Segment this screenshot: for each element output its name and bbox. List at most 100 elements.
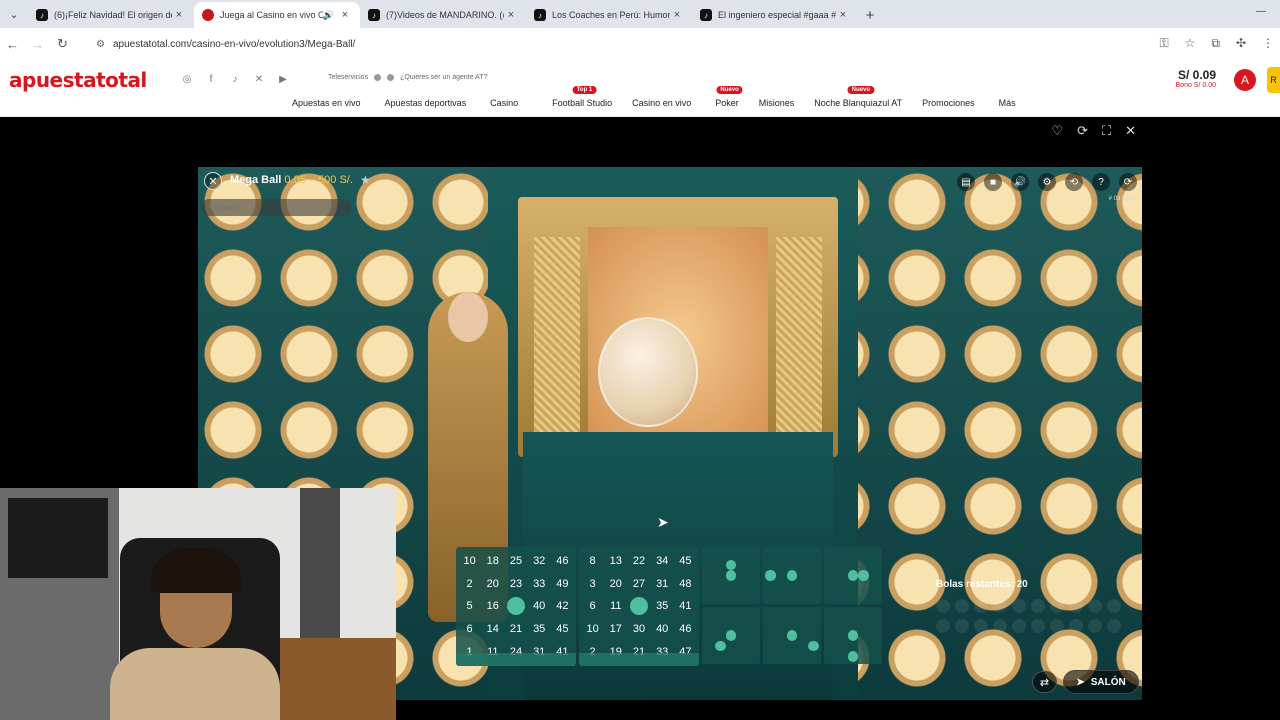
close-tab-icon[interactable]: × [172, 9, 186, 21]
close-tab-icon[interactable]: × [504, 9, 518, 21]
tiktok-icon: ♪ [36, 9, 48, 21]
balance[interactable]: S/ 0.09 Bono S/ 0.00 [1176, 68, 1216, 89]
x-twitter-icon[interactable]: ✕ [252, 72, 266, 86]
mini-card[interactable] [824, 547, 882, 604]
tab-2[interactable]: Juega al Casino en vivo Onl 🔊 × [194, 2, 360, 28]
site-logo[interactable]: apuestatotal [9, 68, 147, 92]
mini-card[interactable] [763, 607, 821, 664]
nav-promociones[interactable]: Promociones [922, 98, 975, 108]
minimize-window-icon[interactable]: — [1256, 6, 1266, 17]
mini-card-cell [869, 581, 880, 592]
close-tab-icon[interactable]: × [836, 9, 850, 21]
card-footer [456, 653, 576, 666]
bookmark-star-icon[interactable]: ☆ [1185, 36, 1196, 51]
mini-card-cell [726, 591, 737, 602]
card-number: 45 [679, 555, 692, 568]
ball-slot [936, 599, 950, 613]
teleservicios-label[interactable]: Teleservicios [328, 74, 368, 81]
nav-poker[interactable]: Nuevo Poker [715, 86, 743, 108]
chat-icon[interactable]: ▤ [957, 173, 975, 191]
card-number: 48 [679, 577, 692, 590]
mini-card[interactable] [702, 547, 760, 604]
nav-misiones[interactable]: Misiones [759, 98, 795, 108]
close-game-icon[interactable]: ✕ [204, 172, 222, 190]
mini-card-cell [797, 591, 808, 602]
whatsapp-icon[interactable] [387, 74, 395, 81]
streamer-hair [150, 548, 242, 593]
reload-icon[interactable]: ↻ [50, 36, 75, 52]
menu-icon[interactable]: ⋮ [1262, 36, 1274, 51]
mini-card-cell [837, 560, 848, 571]
remaining-balls: Bolas restantes: 20 [936, 579, 1028, 590]
nav-casino[interactable]: Casino [490, 98, 518, 108]
tiktok-icon: ♪ [700, 9, 712, 21]
favorite-star-icon[interactable]: ★ [360, 173, 371, 187]
fullscreen-icon[interactable]: ⛶ [1102, 123, 1111, 139]
history-icon[interactable]: ⟲ [1065, 173, 1083, 191]
mini-card[interactable] [763, 547, 821, 604]
puzzle-icon[interactable]: ✣ [1236, 36, 1246, 51]
mini-card[interactable] [702, 607, 760, 664]
help-icon[interactable]: ? [1092, 173, 1110, 191]
tab-3[interactable]: ♪ (7)Videos de MANDARINO. (@ × [360, 2, 526, 28]
mini-card-cell [776, 591, 787, 602]
youtube-icon[interactable]: ▶ [276, 72, 290, 86]
mini-card[interactable] [824, 607, 882, 664]
site-info-icon[interactable]: ⚙ [96, 39, 105, 50]
mini-card-cell [837, 630, 848, 641]
instagram-icon[interactable]: ◎ [180, 72, 194, 86]
close-tab-icon[interactable]: × [670, 9, 684, 21]
phone-icon[interactable] [374, 74, 382, 81]
tab-4[interactable]: ♪ Los Coaches en Perú: Humor y × [526, 2, 692, 28]
salon-button[interactable]: ➤ SALÓN [1063, 670, 1139, 694]
nav-apuestas-en-vivo[interactable]: Apuestas en vivo [292, 98, 361, 108]
mini-card-cell [704, 641, 715, 652]
avatar[interactable]: A [1234, 69, 1256, 91]
tab-5[interactable]: ♪ El ingeniero especial #gaaa #in × [692, 2, 858, 28]
nav-casino-en-vivo[interactable]: Casino en vivo [632, 98, 691, 108]
url-field[interactable]: ⚙ apuestatotal.com/casino-en-vivo/evolut… [88, 32, 1138, 56]
mini-card-cell [715, 560, 726, 571]
nav-mas[interactable]: Más [999, 98, 1016, 108]
back-arrow-icon[interactable]: ← [0, 37, 25, 52]
forward-arrow-icon[interactable]: → [25, 37, 50, 52]
mini-card-cell [808, 560, 819, 571]
mini-card-cell [725, 570, 737, 581]
facebook-icon[interactable]: f [204, 72, 218, 86]
nav-label: Poker [715, 98, 739, 108]
lobby-icon[interactable]: ⟳ [1119, 173, 1137, 191]
deposit-button[interactable]: R [1267, 67, 1280, 93]
password-key-icon[interactable]: ⚿ [1159, 36, 1168, 51]
close-tab-icon[interactable]: × [338, 9, 352, 21]
tiktok-icon[interactable]: ♪ [228, 72, 242, 86]
extension-icon[interactable]: ⧉ [1211, 36, 1220, 51]
nav-noche-blanquiazul[interactable]: Nuevo Noche Blanquiazul AT [814, 86, 902, 108]
close-icon[interactable]: ✕ [1125, 123, 1136, 139]
tab-search-icon[interactable]: ⌄ [0, 0, 28, 28]
mini-card-cell [808, 630, 819, 641]
card-number: 40 [656, 623, 669, 636]
ball-slot [1012, 619, 1026, 633]
mini-card-cell [848, 641, 859, 652]
ball-slot [1069, 619, 1083, 633]
mini-card-cell [765, 560, 776, 571]
new-tab-button[interactable]: + [858, 2, 882, 28]
chat-input[interactable] [201, 199, 351, 216]
nav-apuestas-deportivas[interactable]: Apuestas deportivas [385, 98, 467, 108]
agent-link[interactable]: ¿Quieres ser un agente AT? [400, 74, 487, 81]
swap-cards-icon[interactable]: ⇄ [1032, 671, 1057, 693]
settings-gear-icon[interactable]: ⚙ [1038, 173, 1056, 191]
mini-card-cell [858, 591, 869, 602]
favorite-heart-icon[interactable]: ♡ [1051, 123, 1063, 139]
apuestatotal-icon [202, 9, 214, 21]
sound-icon[interactable]: 🔊 [1011, 173, 1029, 191]
audio-playing-icon[interactable]: 🔊 [323, 10, 334, 21]
tab-title: (7)Videos de MANDARINO. (@ [386, 10, 504, 20]
video-icon[interactable]: ■ [984, 173, 1002, 191]
nav-football-studio[interactable]: Top 1 Football Studio [552, 86, 612, 108]
refresh-icon[interactable]: ⟳ [1077, 123, 1088, 139]
bingo-card[interactable]: 10 18 25 32 46 2 20 23 33 49 5 16 40 42 6 14 21 35 45 1 11 24… [456, 547, 576, 666]
bingo-card[interactable]: 8 13 22 34 45 3 20 27 31 48 6 11 35 41 10 17 30 40 46 2 19 21… [579, 547, 699, 666]
tab-1[interactable]: ♪ (6)¡Feliz Navidad! El origen del × [28, 2, 194, 28]
card-number: 10 [586, 623, 599, 636]
